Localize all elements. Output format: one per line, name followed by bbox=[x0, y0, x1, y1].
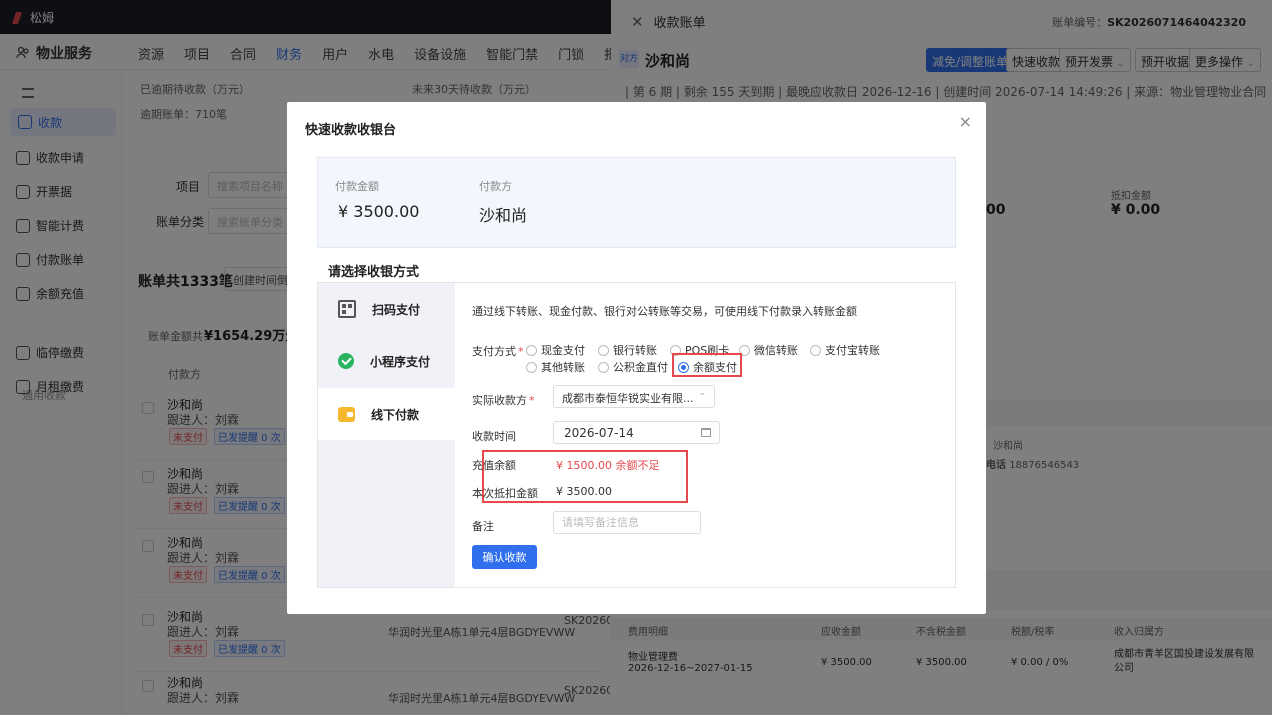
radio-alipay-transfer[interactable]: 支付宝转账 bbox=[810, 342, 880, 358]
calendar-icon bbox=[701, 428, 711, 437]
radio-dot[interactable] bbox=[526, 361, 537, 373]
quick-receipt-modal: 快速收款收银台 × 付款金额 ¥ 3500.00 付款方 沙和尚 请选择收银方式… bbox=[287, 102, 986, 614]
tab-label: 线下付款 bbox=[371, 407, 420, 422]
radio-label: 银行转账 bbox=[613, 344, 657, 357]
payment-method-box: 扫码支付 小程序支付 线下付款 通过线下转账、现金付款、银行对公转账等交易，可使… bbox=[317, 282, 956, 588]
date-value: 2026-07-14 bbox=[564, 426, 634, 440]
amount-value: ¥ 3500.00 bbox=[338, 202, 420, 221]
radio-provident-fund[interactable]: 公积金直付 bbox=[598, 359, 668, 375]
radio-dot[interactable] bbox=[526, 344, 537, 356]
tab-qr-pay[interactable]: 扫码支付 bbox=[318, 283, 455, 335]
pay-method-label-text: 支付方式 bbox=[472, 345, 516, 358]
tab-label: 扫码支付 bbox=[372, 302, 421, 317]
payment-tabs: 扫码支付 小程序支付 线下付款 bbox=[318, 283, 455, 587]
pay-method-label: 支付方式 * bbox=[472, 343, 524, 359]
chevron-down-icon: ⌄ bbox=[698, 388, 706, 398]
radio-label: 现金支付 bbox=[541, 344, 585, 357]
deduct-amount-value: ¥ 3500.00 bbox=[556, 485, 612, 498]
payer-label: 付款方 bbox=[479, 180, 512, 193]
radio-dot[interactable] bbox=[598, 344, 609, 356]
radio-bank-transfer[interactable]: 银行转账 bbox=[598, 342, 657, 358]
radio-label: 支付宝转账 bbox=[825, 344, 880, 357]
amount-label: 付款金额 bbox=[335, 180, 379, 193]
radio-dot[interactable] bbox=[598, 361, 609, 373]
tab-label: 小程序支付 bbox=[370, 354, 431, 369]
modal-title: 快速收款收银台 bbox=[305, 123, 397, 138]
required-mark: * bbox=[518, 345, 524, 358]
time-label: 收款时间 bbox=[472, 430, 516, 443]
wallet-icon bbox=[338, 406, 355, 422]
qr-code-icon bbox=[338, 300, 356, 318]
highlight-box bbox=[672, 353, 742, 377]
remark-label: 备注 bbox=[472, 520, 494, 533]
radio-label: 微信转账 bbox=[754, 344, 798, 357]
payer-value: 沙和尚 bbox=[479, 206, 528, 225]
receipt-date-picker[interactable]: 2026-07-14 bbox=[553, 421, 720, 444]
radio-wechat-transfer[interactable]: 微信转账 bbox=[739, 342, 798, 358]
radio-label: 公积金直付 bbox=[613, 361, 668, 374]
deduct-amount-label: 本次抵扣金额 bbox=[472, 487, 538, 500]
section-title: 请选择收银方式 bbox=[328, 265, 420, 280]
tab-offline-pay[interactable]: 线下付款 bbox=[318, 388, 455, 440]
required-mark: * bbox=[529, 394, 535, 407]
radio-dot[interactable] bbox=[810, 344, 821, 356]
confirm-receipt-button[interactable]: 确认收款 bbox=[472, 545, 537, 569]
payee-select[interactable]: 成都市泰恒华锐实业有限... ⌄ bbox=[553, 385, 715, 408]
radio-other-transfer[interactable]: 其他转账 bbox=[526, 359, 585, 375]
balance-label: 充值余额 bbox=[472, 459, 516, 472]
radio-label: 其他转账 bbox=[541, 361, 585, 374]
remark-input[interactable] bbox=[553, 511, 701, 534]
payment-summary: 付款金额 ¥ 3500.00 付款方 沙和尚 bbox=[317, 157, 956, 248]
payee-label-text: 实际收款方 bbox=[472, 394, 527, 407]
radio-cash[interactable]: 现金支付 bbox=[526, 342, 585, 358]
offline-description: 通过线下转账、现金付款、银行对公转账等交易，可使用线下付款录入转账金额 bbox=[472, 305, 857, 318]
payee-label: 实际收款方 * bbox=[472, 392, 535, 408]
mini-program-icon bbox=[338, 353, 354, 369]
payee-value: 成都市泰恒华锐实业有限... bbox=[562, 392, 694, 405]
balance-value: ¥ 1500.00 余额不足 bbox=[556, 459, 660, 472]
offline-pay-form: 通过线下转账、现金付款、银行对公转账等交易，可使用线下付款录入转账金额 支付方式… bbox=[472, 283, 952, 587]
close-icon[interactable]: × bbox=[959, 114, 972, 130]
tab-mini-program-pay[interactable]: 小程序支付 bbox=[318, 335, 455, 387]
